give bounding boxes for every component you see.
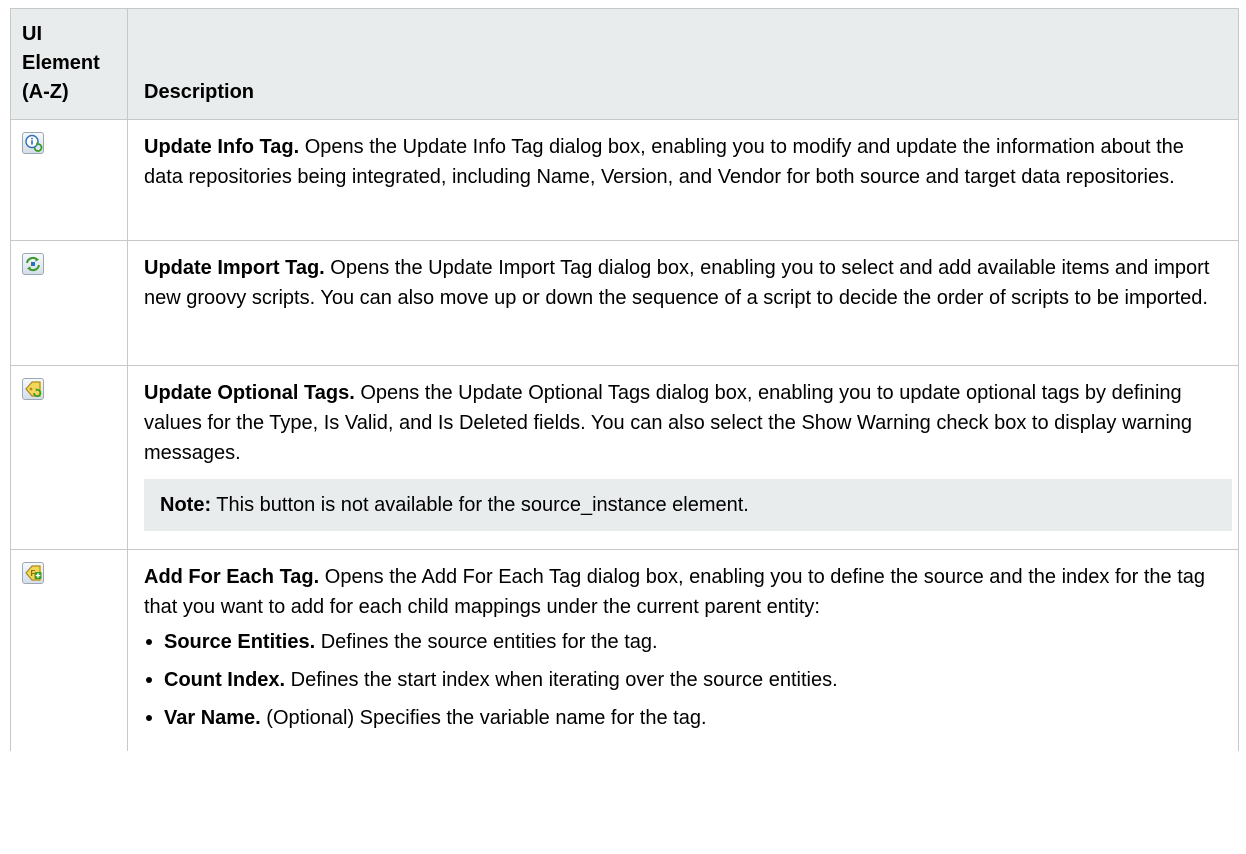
table-row: Update Info Tag. Opens the Update Info T… (10, 119, 1239, 241)
icon-cell (10, 119, 128, 241)
ui-elements-table: UI Element (A-Z) Description Update Info… (10, 8, 1239, 751)
description-text: Update Info Tag. Opens the Update Info T… (144, 136, 1184, 188)
table-row: Update Optional Tags. Opens the Update O… (10, 365, 1239, 550)
description-text: Update Optional Tags. Opens the Update O… (144, 382, 1193, 464)
description-cell: Update Optional Tags. Opens the Update O… (127, 365, 1239, 550)
element-title: Update Info Tag. (144, 136, 300, 158)
table-row: F Add For Each Tag. Opens the Add For Ea… (10, 549, 1239, 751)
update-info-tag-icon (22, 132, 44, 154)
element-title: Add For Each Tag. (144, 566, 320, 588)
ui-element-column-header: UI Element (A-Z) (10, 8, 128, 120)
update-optional-tags-icon (22, 378, 44, 400)
description-cell: Update Import Tag. Opens the Update Impo… (127, 240, 1239, 366)
note-label: Note: (160, 494, 212, 516)
description-cell: Update Info Tag. Opens the Update Info T… (127, 119, 1239, 241)
element-title: Update Import Tag. (144, 257, 325, 279)
note-text: This button is not available for the sou… (211, 494, 749, 516)
table-header-row: UI Element (A-Z) Description (10, 8, 1239, 120)
add-for-each-tag-icon: F (22, 562, 44, 584)
description-column-header: Description (127, 8, 1239, 120)
bullet-icon (146, 715, 152, 721)
list-item: Source Entities. Defines the source enti… (144, 627, 1228, 657)
element-title: Update Optional Tags. (144, 382, 355, 404)
description-text: Add For Each Tag. Opens the Add For Each… (144, 566, 1206, 618)
description-text: Update Import Tag. Opens the Update Impo… (144, 257, 1210, 309)
icon-cell (10, 240, 128, 366)
note-box: Note: This button is not available for t… (144, 479, 1232, 531)
icon-cell: F (10, 549, 128, 751)
bullet-icon (146, 677, 152, 683)
table-row: Update Import Tag. Opens the Update Impo… (10, 240, 1239, 366)
bullet-icon (146, 639, 152, 645)
list-item: Count Index. Defines the start index whe… (144, 665, 1228, 695)
icon-cell (10, 365, 128, 550)
bullet-list: Source Entities. Defines the source enti… (144, 627, 1228, 733)
list-item: Var Name. (Optional) Specifies the varia… (144, 703, 1228, 733)
description-cell: Add For Each Tag. Opens the Add For Each… (127, 549, 1239, 751)
update-import-tag-icon (22, 253, 44, 275)
